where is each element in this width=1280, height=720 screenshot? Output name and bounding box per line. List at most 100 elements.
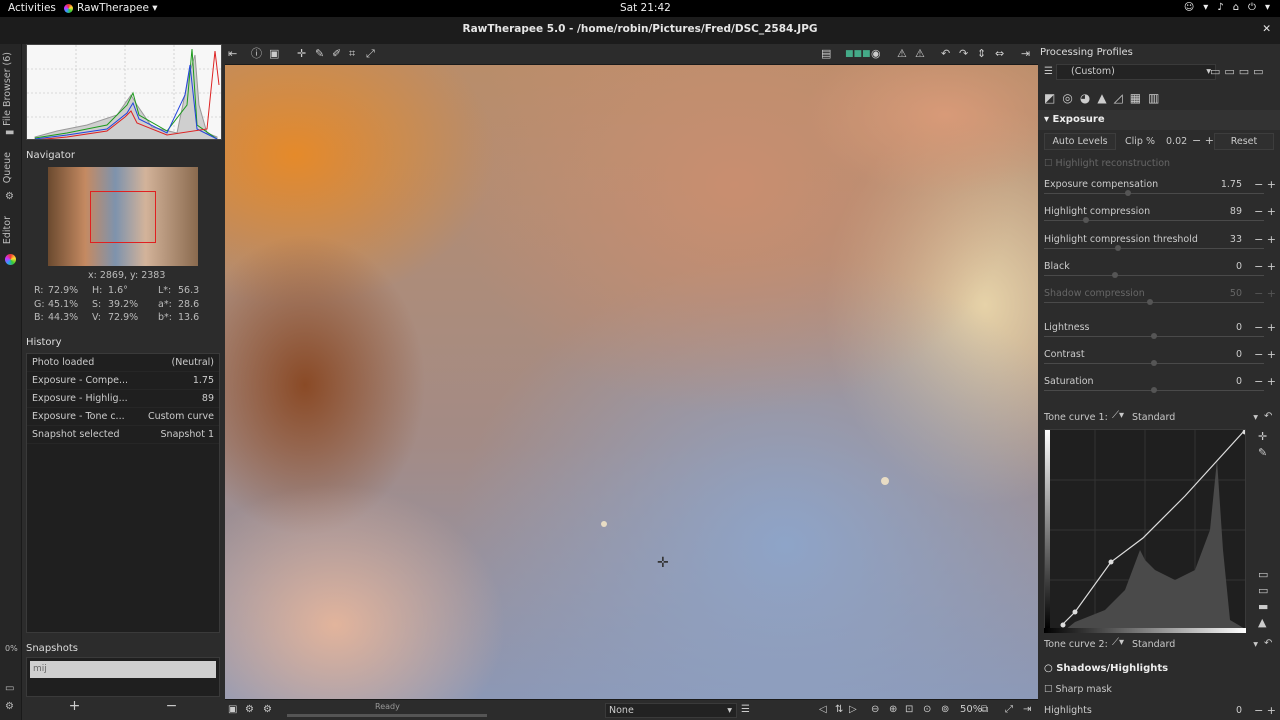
battery-icon[interactable]: ⌂ [1233, 2, 1239, 13]
history-row[interactable]: Snapshot selected Snapshot 1 [27, 426, 219, 444]
folder-icon[interactable]: ▬ [5, 128, 17, 138]
queue-icon[interactable]: ⚙ [245, 704, 254, 716]
clip-value[interactable]: 0.02 [1166, 136, 1187, 147]
hide-left-panel-icon[interactable]: ⇤ [228, 47, 237, 61]
slider-stepper[interactable]: − + [1254, 321, 1276, 334]
flip-horizontal-icon[interactable]: ⇔ [995, 47, 1004, 61]
close-window-button[interactable]: ✕ [1262, 17, 1271, 42]
history-row[interactable]: Exposure - Compe... 1.75 [27, 372, 219, 390]
reset-curve-icon[interactable]: ↶ [1264, 638, 1272, 649]
clock[interactable]: Sat 21:42 [620, 2, 671, 14]
slider-knob[interactable] [1125, 190, 1131, 196]
new-detail-window-icon[interactable]: ⧉ [981, 704, 988, 716]
info-icon[interactable]: ⓘ [251, 47, 262, 61]
flip-vertical-icon[interactable]: ⇕ [977, 47, 986, 61]
fullscreen-icon[interactable]: ⤢ [1005, 704, 1013, 716]
slider-stepper[interactable]: − + [1254, 233, 1276, 246]
slider-value[interactable]: 0 [1236, 376, 1242, 387]
color-wheel-icon[interactable] [5, 254, 16, 265]
profile-select[interactable]: (Custom) ▾ [1056, 64, 1216, 80]
preview-mode-icon[interactable]: ▤ [821, 47, 831, 61]
tone-curve-editor[interactable] [1044, 429, 1246, 629]
activities-button[interactable]: Activities [8, 2, 56, 14]
before-after-icon[interactable]: ▣ [269, 47, 279, 61]
slider-value[interactable]: 0 [1236, 349, 1242, 360]
previous-image-icon[interactable]: ◁ [819, 704, 827, 716]
reset-button[interactable]: Reset [1214, 133, 1274, 150]
filmstrip-icon[interactable]: ☰ [741, 704, 750, 716]
rotate-left-icon[interactable]: ↶ [941, 47, 950, 61]
slider-knob[interactable] [1083, 217, 1089, 223]
collapse-panel-icon[interactable]: ⇥ [1023, 704, 1031, 716]
detail-tab-icon[interactable]: ◎ [1062, 91, 1072, 109]
white-balance-picker-icon[interactable]: ✎ [315, 47, 324, 61]
enable-circle-icon[interactable]: ○ [1044, 663, 1056, 674]
color-channels-icon[interactable]: ■■■ [845, 47, 871, 61]
slider-knob[interactable] [1151, 360, 1157, 366]
history-row[interactable]: Exposure - Highlig... 89 [27, 390, 219, 408]
edit-external-icon[interactable]: ⚙ [263, 704, 272, 716]
tray-icon[interactable]: ☺ [1184, 2, 1194, 13]
slider-value[interactable]: 50 [1230, 288, 1242, 299]
slider-stepper[interactable]: − + [1254, 348, 1276, 361]
hide-right-panel-icon[interactable]: ⇥ [1021, 47, 1030, 61]
slider-stepper[interactable]: − + [1254, 375, 1276, 388]
zoom-100-icon[interactable]: ⊙ [923, 704, 931, 716]
slider-stepper[interactable]: − + [1254, 260, 1276, 273]
slider-track[interactable] [1044, 302, 1264, 303]
slider-value[interactable]: 0 [1236, 705, 1242, 716]
slider-value[interactable]: 1.75 [1221, 179, 1242, 190]
exposure-tab-icon[interactable]: ◩ [1044, 91, 1055, 109]
raw-tab-icon[interactable]: ▦ [1130, 91, 1141, 109]
system-tray[interactable]: ☺ ▾ ♪ ⌂ ⏻ ▾ [1184, 2, 1270, 13]
save-icon[interactable]: ▣ [228, 704, 237, 716]
slider-knob[interactable] [1151, 333, 1157, 339]
slider-value[interactable]: 0 [1236, 261, 1242, 272]
reset-curve-icon[interactable]: ↶ [1264, 411, 1272, 422]
tone-curve-2-mode-select[interactable]: Standard ▾ [1132, 637, 1260, 652]
tray-menu-icon[interactable]: ▾ [1265, 2, 1270, 13]
slider-stepper[interactable]: − + [1254, 704, 1276, 717]
slider-stepper[interactable]: − + [1254, 178, 1276, 191]
volume-icon[interactable]: ♪ [1217, 2, 1223, 13]
curve-type-icon[interactable]: ⟋▾ [1112, 637, 1124, 648]
tab-file-browser[interactable]: File Browser (6) [2, 52, 13, 126]
save-curve-icon[interactable]: ▲ [1258, 616, 1266, 629]
curve-type-icon[interactable]: ⟋▾ [1112, 410, 1124, 421]
zoom-fit-icon[interactable]: ⊡ [905, 704, 913, 716]
highlight-reconstruction-checkbox[interactable]: ☐ Highlight reconstruction [1044, 158, 1170, 169]
shadow-clipping-icon[interactable]: ⚠ [897, 47, 907, 61]
copy-curve-icon[interactable]: ▭ [1258, 568, 1268, 581]
zoom-crop-icon[interactable]: ⊚ [941, 704, 949, 716]
navigator-viewport-box[interactable] [90, 191, 156, 243]
slider-knob[interactable] [1112, 272, 1118, 278]
slider-knob[interactable] [1115, 245, 1121, 251]
slider-track[interactable] [1044, 248, 1264, 249]
history-row[interactable]: Exposure - Tone c... Custom curve [27, 408, 219, 426]
snapshot-name-input[interactable]: mij [30, 661, 216, 678]
navigator-thumbnail[interactable] [48, 167, 198, 266]
zoom-out-icon[interactable]: ⊖ [871, 704, 879, 716]
color-picker-icon[interactable]: ✐ [332, 47, 341, 61]
history-row[interactable]: Photo loaded (Neutral) [27, 354, 219, 372]
straighten-icon[interactable]: ⤢ [366, 47, 375, 61]
slider-stepper[interactable]: − + [1254, 205, 1276, 218]
preview-profile-select[interactable]: None ▾ [605, 703, 737, 718]
app-menu[interactable]: RawTherapee ▾ [64, 2, 158, 14]
zoom-in-icon[interactable]: ⊕ [889, 704, 897, 716]
settings-icon[interactable]: ⚙ [5, 702, 17, 712]
add-snapshot-button[interactable]: + [69, 698, 81, 716]
slider-track[interactable] [1044, 275, 1264, 276]
slider-knob[interactable] [1147, 299, 1153, 305]
sync-image-icon[interactable]: ⇅ [835, 704, 843, 716]
tab-editor[interactable]: Editor [2, 216, 13, 244]
slider-value[interactable]: 33 [1230, 234, 1242, 245]
focus-mask-icon[interactable]: ◉ [871, 47, 881, 61]
paste-curve-icon[interactable]: ▭ [1258, 584, 1268, 597]
power-icon[interactable]: ⏻ [1248, 2, 1256, 13]
open-curve-icon[interactable]: ▬ [1258, 600, 1268, 613]
highlight-clipping-icon[interactable]: ⚠ [915, 47, 925, 61]
auto-levels-button[interactable]: Auto Levels [1044, 133, 1116, 150]
exposure-section-header[interactable]: ▾ Exposure [1038, 110, 1280, 130]
sharp-mask-checkbox[interactable]: ☐ Sharp mask [1044, 684, 1112, 695]
